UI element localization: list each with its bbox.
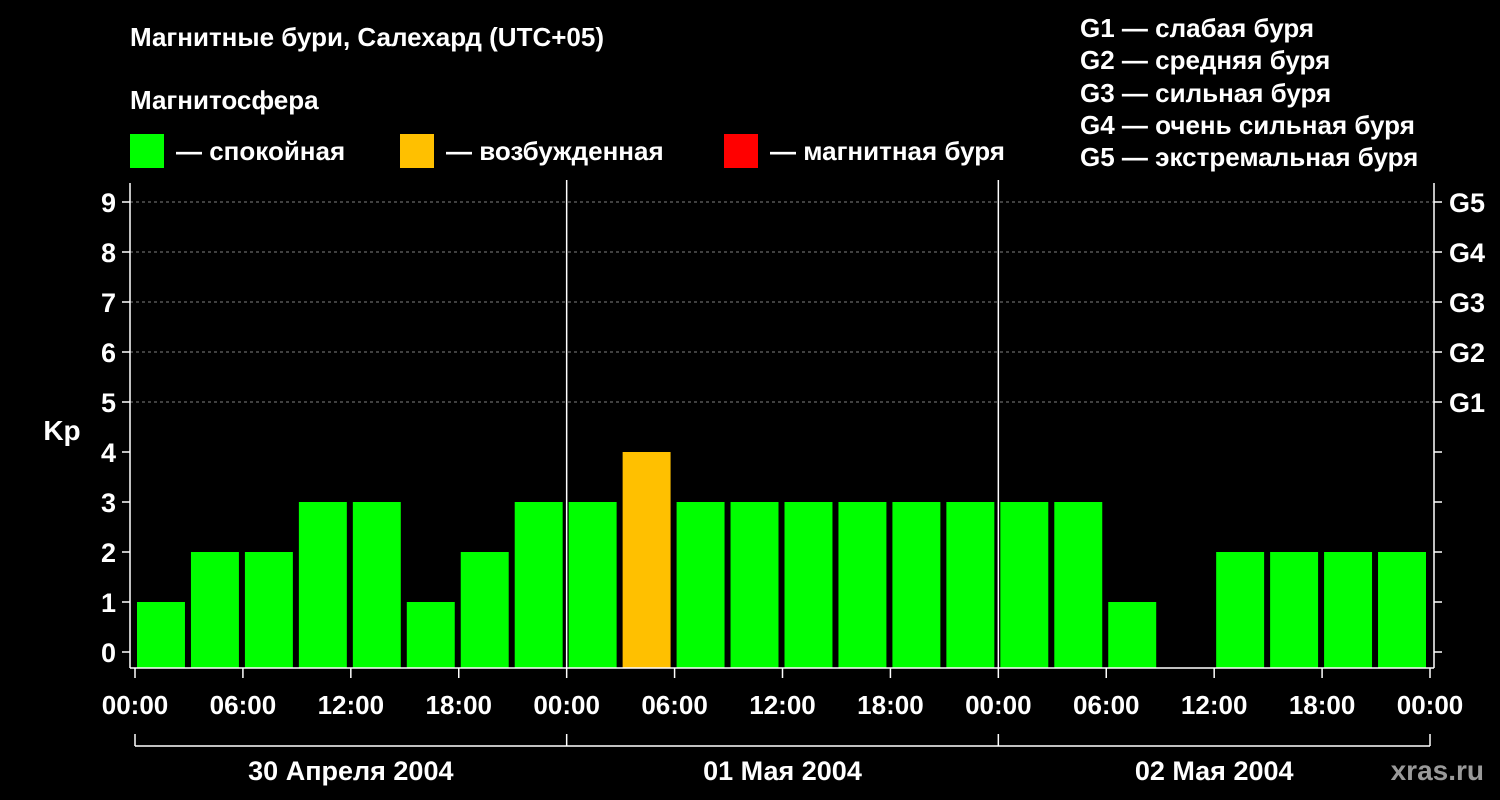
bar-15 xyxy=(946,502,995,668)
x-tick-label: 18:00 xyxy=(857,690,924,720)
bar-7 xyxy=(514,502,563,668)
y-tick-label: 8 xyxy=(101,238,116,268)
bar-4 xyxy=(352,502,401,668)
y-tick-label: 5 xyxy=(101,388,116,418)
x-tick-label: 00:00 xyxy=(533,690,600,720)
y-axis-label: Kp xyxy=(43,415,80,446)
bar-6 xyxy=(460,552,509,668)
bar-22 xyxy=(1324,552,1373,668)
bar-3 xyxy=(298,502,347,668)
y-tick-label: 1 xyxy=(101,588,116,618)
day-label: 02 Мая 2004 xyxy=(1135,756,1294,786)
bar-11 xyxy=(730,502,779,668)
g-scale-label: G5 xyxy=(1449,188,1485,218)
x-tick-label: 12:00 xyxy=(749,690,816,720)
bar-2 xyxy=(244,552,293,668)
g-scale-label: G3 xyxy=(1449,288,1485,318)
bar-20 xyxy=(1216,552,1265,668)
g-scale-label: G1 xyxy=(1449,388,1485,418)
bar-9 xyxy=(622,452,671,668)
y-tick-label: 7 xyxy=(101,288,116,318)
x-tick-label: 18:00 xyxy=(426,690,493,720)
x-tick-label: 12:00 xyxy=(318,690,385,720)
kp-chart: 0 1 2 3 4 5 6 7 8 9 G1 G2 G3 G4 G5 Kp 00:00 06:00 12:00 18:… xyxy=(43,180,1485,786)
x-tick-label: 00:00 xyxy=(965,690,1032,720)
y-tick-label: 0 xyxy=(101,638,116,668)
bar-13 xyxy=(838,502,887,668)
bar-5 xyxy=(406,602,455,668)
x-tick-label: 06:00 xyxy=(1073,690,1140,720)
y-tick-label: 6 xyxy=(101,338,116,368)
y-tick-label: 2 xyxy=(101,538,116,568)
bar-8 xyxy=(568,502,617,668)
x-tick-label: 00:00 xyxy=(1397,690,1464,720)
bar-17 xyxy=(1054,502,1103,668)
bar-23 xyxy=(1378,552,1426,668)
x-tick-label: 06:00 xyxy=(210,690,277,720)
bar-12 xyxy=(784,502,833,668)
bar-10 xyxy=(676,502,725,668)
g-scale-label: G4 xyxy=(1449,238,1485,268)
x-tick-label: 18:00 xyxy=(1289,690,1356,720)
y-tick-label: 3 xyxy=(101,488,116,518)
g-scale-label: G2 xyxy=(1449,338,1485,368)
day-label: 30 Апреля 2004 xyxy=(248,756,453,786)
x-tick-label: 00:00 xyxy=(102,690,169,720)
watermark: xras.ru xyxy=(1390,755,1484,786)
y-tick-label: 9 xyxy=(101,188,116,218)
bar-21 xyxy=(1270,552,1319,668)
x-tick-label: 12:00 xyxy=(1181,690,1248,720)
bar-1 xyxy=(190,552,239,668)
y-tick-label: 4 xyxy=(101,438,116,468)
bar-16 xyxy=(1000,502,1049,668)
bar-18 xyxy=(1108,602,1157,668)
x-tick-label: 06:00 xyxy=(641,690,708,720)
bar-0 xyxy=(137,602,185,668)
bar-14 xyxy=(892,502,941,668)
day-label: 01 Мая 2004 xyxy=(703,756,862,786)
